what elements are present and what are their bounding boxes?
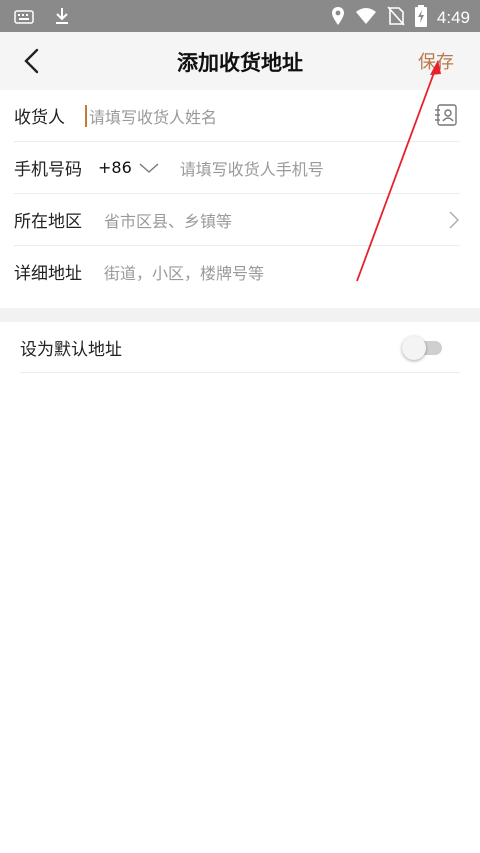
chevron-right-icon	[448, 210, 460, 234]
address-row: 详细地址 街道，小区，楼牌号等	[14, 246, 460, 297]
phone-input[interactable]: 请填写收货人手机号	[180, 156, 324, 180]
address-input[interactable]: 街道，小区，楼牌号等	[104, 260, 264, 284]
page-title: 添加收货地址	[177, 51, 303, 75]
phone-label: 手机号码	[14, 160, 82, 180]
status-bar: 4:49	[0, 0, 480, 32]
address-form: 收货人 请填写收货人姓名 手机号码 +86 请填写收货人手机号 所在地区 省市区…	[0, 90, 480, 297]
section-divider	[0, 308, 480, 322]
region-label: 所在地区	[14, 212, 82, 232]
chevron-down-icon	[139, 162, 159, 173]
recipient-label: 收货人	[14, 108, 65, 128]
recipient-placeholder: 请填写收货人姓名	[89, 107, 218, 127]
battery-charging-icon	[414, 5, 427, 31]
region-input[interactable]: 省市区县、乡镇等	[104, 208, 232, 232]
recipient-row: 收货人 请填写收货人姓名	[14, 90, 460, 142]
country-code: +86	[98, 158, 132, 177]
address-label: 详细地址	[14, 264, 82, 284]
contact-book-icon[interactable]	[434, 103, 458, 131]
keyboard-icon	[14, 9, 34, 28]
save-button[interactable]: 保存	[418, 48, 454, 74]
recipient-input[interactable]: 请填写收货人姓名	[85, 104, 217, 128]
wifi-icon	[355, 7, 377, 29]
text-cursor	[85, 104, 87, 127]
default-address-row: 设为默认地址	[20, 322, 460, 373]
no-sim-icon	[387, 6, 405, 30]
download-icon	[54, 7, 70, 29]
location-icon	[331, 6, 345, 30]
toggle-knob	[402, 336, 426, 360]
phone-row: 手机号码 +86 请填写收货人手机号	[14, 142, 460, 194]
default-address-label: 设为默认地址	[20, 339, 122, 360]
default-address-toggle[interactable]	[402, 336, 446, 360]
app-header: 添加收货地址 保存	[0, 32, 480, 90]
clock-time: 4:49	[436, 8, 470, 27]
region-row[interactable]: 所在地区 省市区县、乡镇等	[14, 194, 460, 246]
country-code-selector[interactable]: +86	[98, 158, 160, 177]
